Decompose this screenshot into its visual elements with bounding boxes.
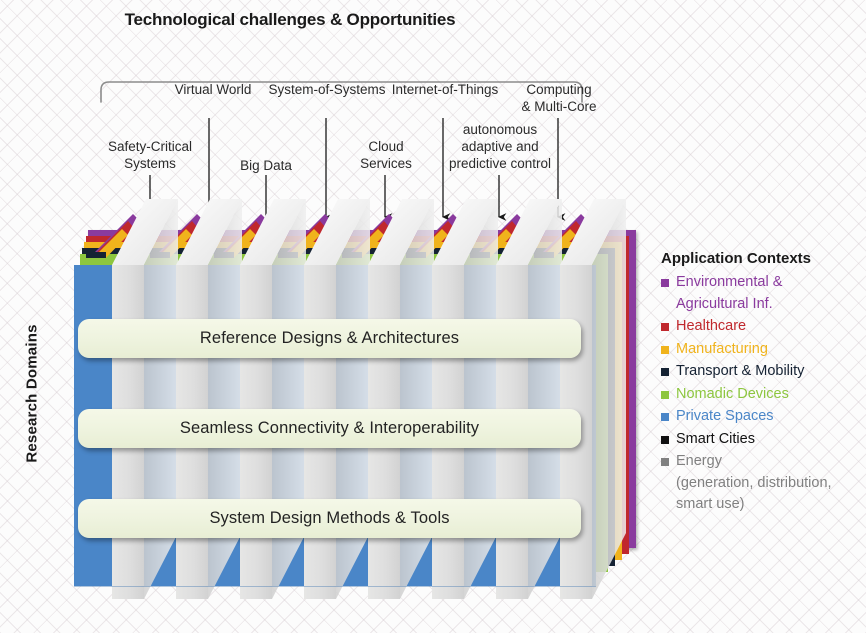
legend-title: Application Contexts: [661, 250, 812, 267]
legend-label: Energy (generation, distribution, smart …: [676, 453, 832, 512]
research-domain-bar-3[interactable]: System Design Methods & Tools: [78, 499, 581, 538]
legend-label: Private Spaces: [676, 408, 774, 424]
research-domain-label-2: Seamless Connectivity & Interoperability: [179, 419, 480, 437]
legend-label: Smart Cities: [676, 430, 755, 447]
legend-item-healthcare[interactable]: Healthcare: [661, 316, 861, 338]
legend-item-environmental-agricultural[interactable]: Environmental & Agricultural Inf.: [661, 272, 861, 315]
research-domain-label-3: System Design Methods & Tools: [209, 509, 450, 527]
legend-label: Healthcare: [676, 318, 747, 334]
legend-bullet-icon: [661, 323, 669, 331]
legend-label: Manufacturing: [676, 340, 768, 357]
legend: Application Contexts Environmental & Agr…: [661, 250, 861, 517]
legend-bullet-icon: [661, 435, 669, 444]
pillar-group: [112, 199, 626, 599]
legend-item-smart-cities[interactable]: Smart Cities: [661, 429, 861, 451]
pillar-5: [368, 199, 434, 599]
legend-item-nomadic-devices[interactable]: Nomadic Devices: [661, 384, 861, 406]
legend-label: Environmental & Agricultural Inf.: [676, 274, 783, 312]
legend-bullet-icon: [661, 413, 669, 421]
research-domain-bar-1[interactable]: Reference Designs & Architectures: [78, 319, 581, 358]
pillar-1: [112, 199, 178, 599]
diagram-root: Technological challenges & Opportunities…: [0, 0, 866, 633]
research-domain-bar-2[interactable]: Seamless Connectivity & Interoperability: [78, 409, 581, 448]
pillar-2: [176, 199, 242, 599]
legend-bullet-icon: [661, 368, 669, 376]
research-domain-label-1: Reference Designs & Architectures: [199, 329, 460, 347]
legend-label: Transport & Mobility: [676, 363, 805, 379]
legend-bullet-icon: [661, 458, 669, 466]
legend-item-transport-mobility[interactable]: Transport & Mobility: [661, 361, 861, 383]
legend-item-manufacturing[interactable]: Manufacturing: [661, 339, 861, 361]
legend-label: Nomadic Devices: [676, 385, 789, 402]
pillar-8: [560, 199, 626, 599]
legend-bullet-icon: [661, 390, 669, 399]
pillar-7: [496, 199, 562, 599]
legend-bullet-icon: [661, 345, 669, 354]
legend-bullet-icon: [661, 279, 669, 287]
pillar-6: [432, 199, 498, 599]
legend-item-energy[interactable]: Energy (generation, distribution, smart …: [661, 451, 861, 516]
pillar-4: [304, 199, 370, 599]
pillar-3: [240, 199, 306, 599]
legend-item-private-spaces[interactable]: Private Spaces: [661, 406, 861, 428]
